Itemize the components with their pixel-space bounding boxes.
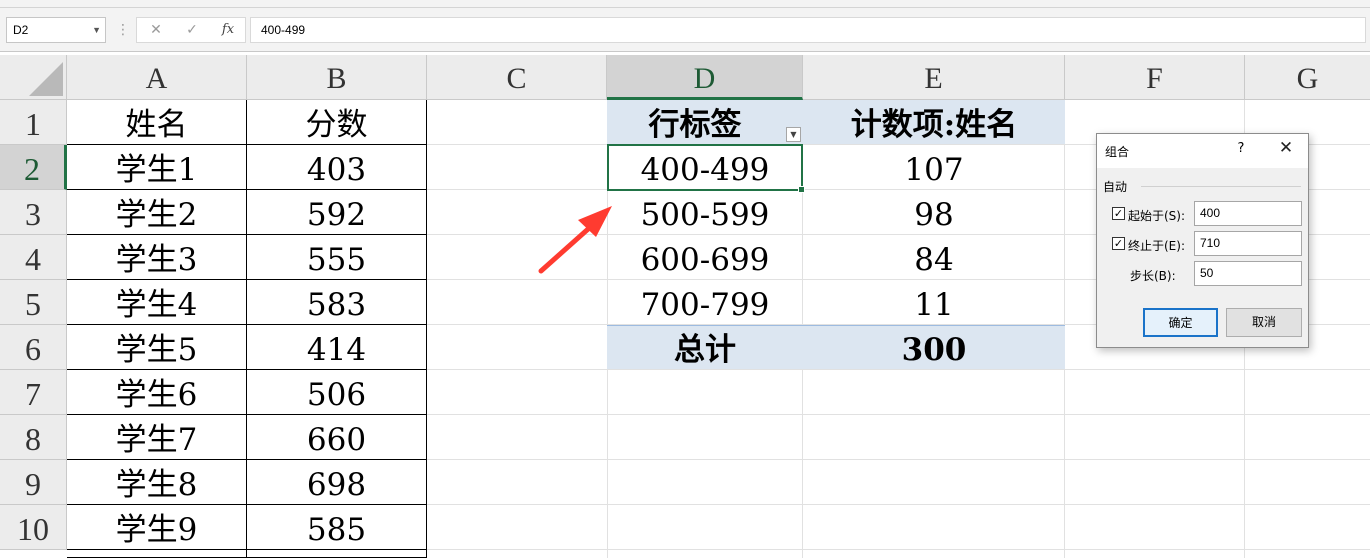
- pivot-value-header[interactable]: 计数项:姓名: [803, 100, 1065, 145]
- table-cell-name[interactable]: [67, 550, 247, 558]
- grouping-dialog: 组合 ? ✕ 自动 ✓ 起始于(S): 400 ✓ 终止于(E): 710 步长…: [1096, 133, 1309, 348]
- formula-input[interactable]: 400-499: [250, 17, 1366, 43]
- table-cell-name[interactable]: 学生4: [67, 280, 247, 325]
- cancel-button[interactable]: 取消: [1226, 308, 1302, 337]
- pivot-row-label[interactable]: 600-699: [607, 235, 803, 280]
- row-header-5[interactable]: 5: [0, 280, 67, 325]
- table-cell-name[interactable]: 学生1: [67, 145, 247, 190]
- ok-button[interactable]: 确定: [1143, 308, 1218, 337]
- start-checkbox[interactable]: ✓: [1112, 207, 1125, 220]
- table-cell-score[interactable]: 506: [247, 370, 427, 415]
- gridline: [427, 549, 1370, 550]
- pivot-row-value[interactable]: 84: [803, 235, 1065, 280]
- step-input[interactable]: 50: [1194, 261, 1302, 286]
- pivot-row-value[interactable]: 107: [803, 145, 1065, 190]
- step-label: 步长(B):: [1130, 269, 1176, 283]
- table-cell-name[interactable]: 学生3: [67, 235, 247, 280]
- row-header-8[interactable]: 8: [0, 415, 67, 460]
- table-cell-score[interactable]: 585: [247, 505, 427, 550]
- table-cell-score[interactable]: 698: [247, 460, 427, 505]
- table-cell-score[interactable]: 403: [247, 145, 427, 190]
- end-input[interactable]: 710: [1194, 231, 1302, 256]
- gridline: [427, 504, 1370, 505]
- pivot-total-label[interactable]: 总计: [607, 325, 803, 370]
- column-header-e[interactable]: E: [803, 55, 1065, 100]
- pivot-row-label-header[interactable]: 行标签: [607, 100, 803, 145]
- row-header-3[interactable]: 3: [0, 190, 67, 235]
- row-header-9[interactable]: 9: [0, 460, 67, 505]
- check-icon[interactable]: ✓: [177, 18, 207, 42]
- pivot-row-label[interactable]: 700-799: [607, 280, 803, 325]
- pivot-row-label[interactable]: 500-599: [607, 190, 803, 235]
- row-header-4[interactable]: 4: [0, 235, 67, 280]
- column-header-f[interactable]: F: [1065, 55, 1245, 100]
- name-box[interactable]: D2 ▼: [6, 17, 106, 43]
- start-input[interactable]: 400: [1194, 201, 1302, 226]
- select-all-icon: [29, 62, 63, 96]
- table-cell-score[interactable]: 592: [247, 190, 427, 235]
- close-icon[interactable]: ✕: [141, 18, 171, 42]
- column-header-b[interactable]: B: [247, 55, 427, 100]
- table-cell-name[interactable]: 学生9: [67, 505, 247, 550]
- table-cell-score[interactable]: 583: [247, 280, 427, 325]
- row-header-1[interactable]: 1: [0, 100, 67, 145]
- column-header-d[interactable]: D: [607, 55, 803, 100]
- row-header-10[interactable]: 10: [0, 505, 67, 550]
- window-top-strip: [0, 0, 1370, 8]
- column-header-c[interactable]: C: [427, 55, 607, 100]
- formula-bar-separator[interactable]: ⋮: [116, 18, 130, 42]
- dialog-title: 组合: [1105, 145, 1130, 159]
- active-cell-border: [607, 144, 803, 191]
- table-cell-name[interactable]: 学生8: [67, 460, 247, 505]
- table-cell-name[interactable]: 学生6: [67, 370, 247, 415]
- column-header-g[interactable]: G: [1245, 55, 1370, 100]
- gridline: [427, 459, 1370, 460]
- select-all-corner[interactable]: [0, 55, 67, 100]
- fill-handle[interactable]: [798, 186, 805, 193]
- pivot-row-value[interactable]: 98: [803, 190, 1065, 235]
- table-header-name[interactable]: 姓名: [67, 100, 247, 145]
- table-cell-name[interactable]: 学生7: [67, 415, 247, 460]
- chevron-down-icon[interactable]: ▼: [92, 18, 101, 42]
- auto-group-label: 自动: [1103, 180, 1128, 194]
- pivot-row-value[interactable]: 11: [803, 280, 1065, 325]
- close-icon[interactable]: ✕: [1275, 138, 1297, 158]
- table-cell-score[interactable]: 555: [247, 235, 427, 280]
- function-icon[interactable]: fx: [213, 18, 243, 42]
- dialog-titlebar: 组合 ? ✕: [1097, 134, 1308, 168]
- end-checkbox[interactable]: ✓: [1112, 237, 1125, 250]
- row-header-7[interactable]: 7: [0, 370, 67, 415]
- table-cell-score[interactable]: 660: [247, 415, 427, 460]
- formula-bar: D2 ▼ ⋮ ✕ ✓ fx 400-499: [0, 8, 1370, 52]
- name-box-value: D2: [13, 23, 29, 37]
- help-icon[interactable]: ?: [1233, 141, 1249, 156]
- table-cell-score[interactable]: 414: [247, 325, 427, 370]
- table-cell-name[interactable]: 学生2: [67, 190, 247, 235]
- group-divider: [1141, 186, 1301, 187]
- start-label: 起始于(S):: [1128, 209, 1186, 223]
- table-cell-name[interactable]: 学生5: [67, 325, 247, 370]
- table-cell-score[interactable]: [247, 550, 427, 558]
- row-header-6[interactable]: 6: [0, 325, 67, 370]
- column-header-a[interactable]: A: [67, 55, 247, 100]
- gridline: [427, 414, 1370, 415]
- table-header-score[interactable]: 分数: [247, 100, 427, 145]
- filter-dropdown-icon[interactable]: ▼: [786, 127, 801, 142]
- formula-bar-buttons: ✕ ✓ fx: [136, 17, 246, 43]
- pivot-total-value[interactable]: 300: [803, 325, 1065, 370]
- row-header-2[interactable]: 2: [0, 145, 67, 190]
- end-label: 终止于(E):: [1128, 239, 1185, 253]
